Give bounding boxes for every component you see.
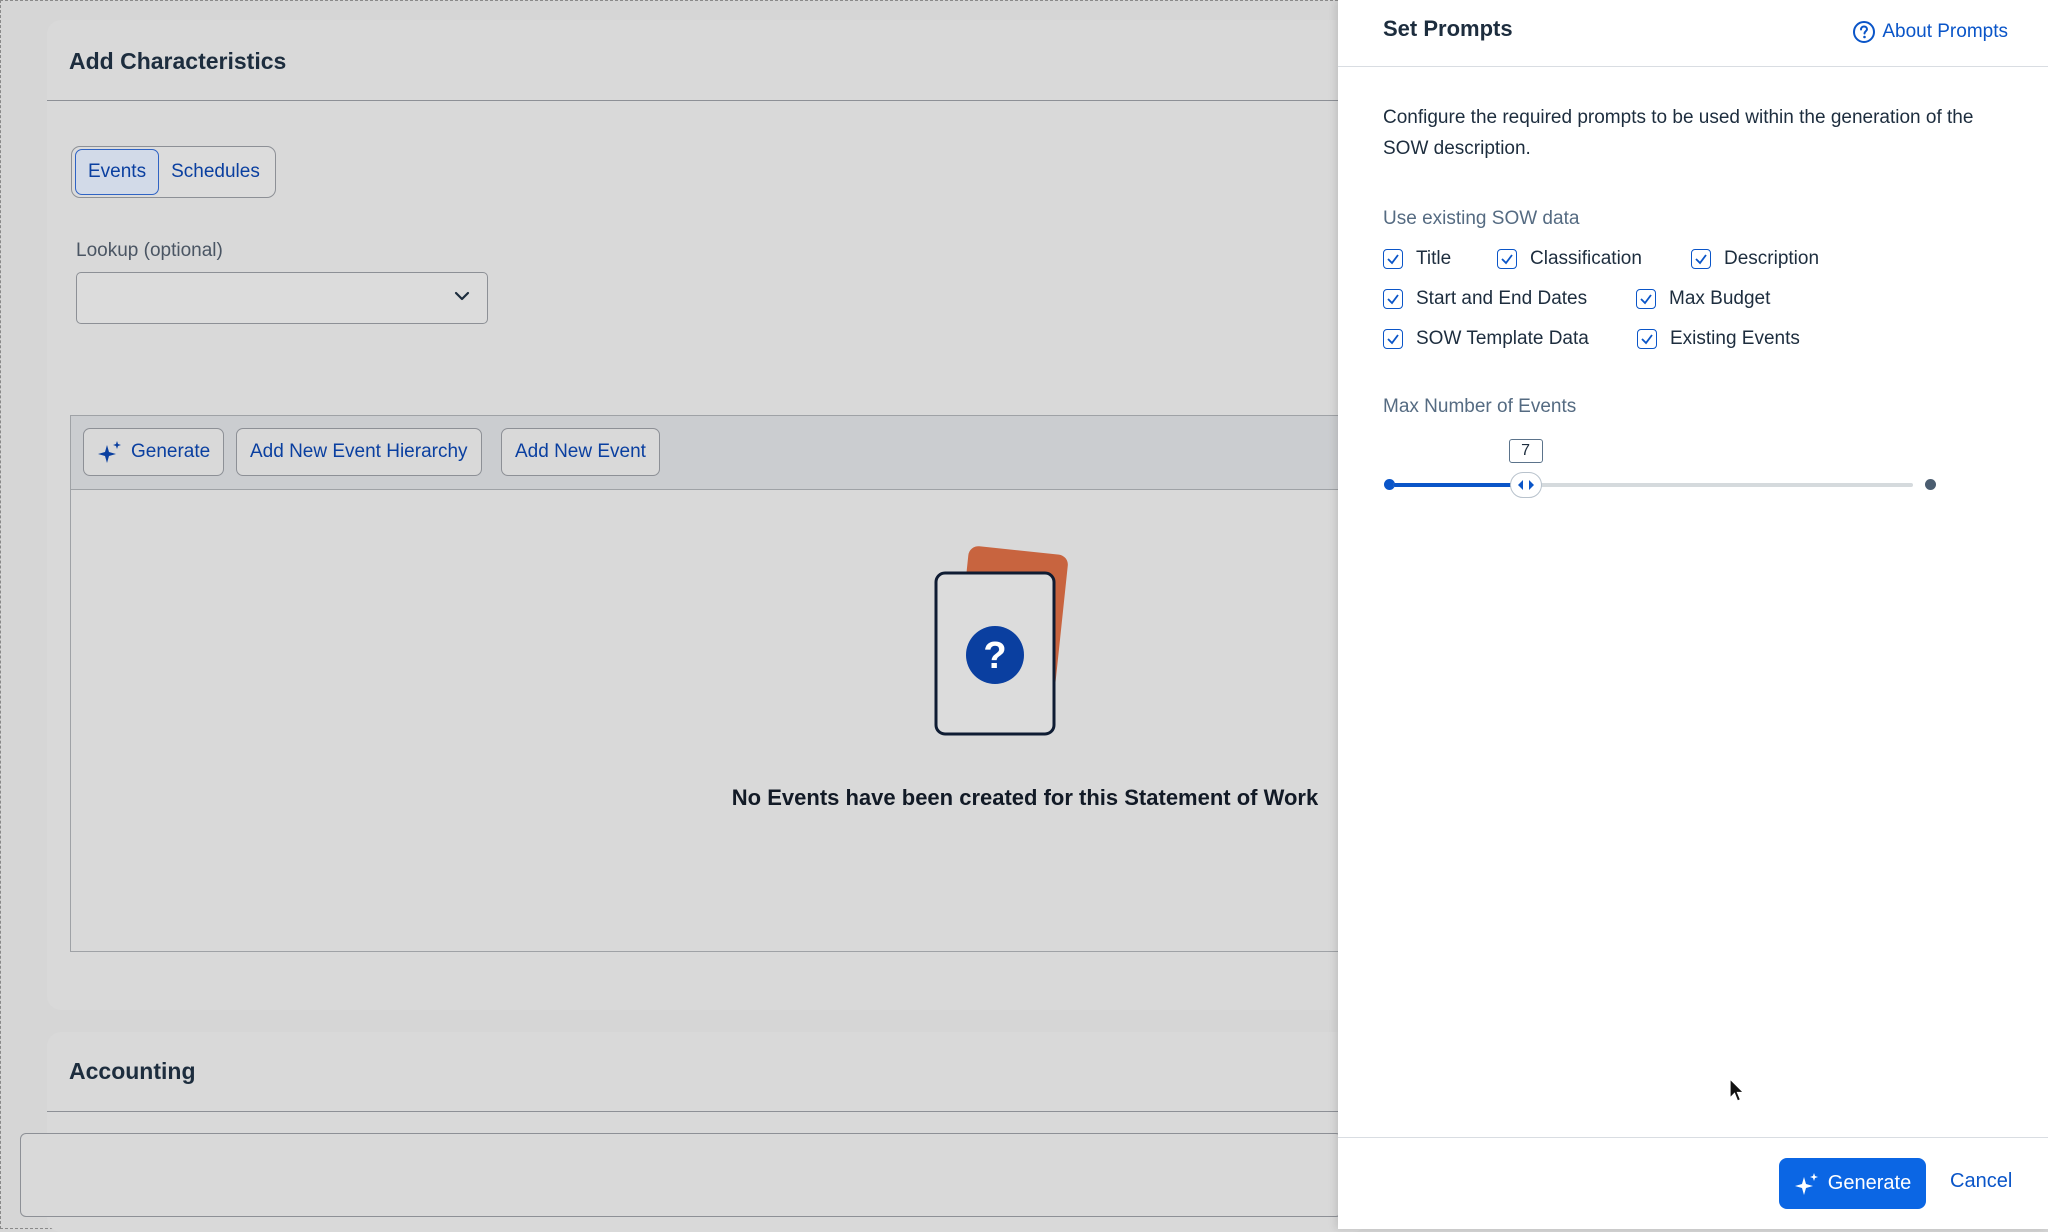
accounting-divider [47,1111,1367,1112]
checkbox-box[interactable] [1383,329,1403,349]
checkmark-icon [1695,254,1707,265]
dialog-description: Configure the required prompts to be use… [1383,107,1974,159]
lookup-select[interactable] [76,272,488,324]
checkmark-icon [1387,334,1399,345]
checkmark-icon [1387,254,1399,265]
checkbox-max-budget[interactable]: Max Budget [1636,288,1770,310]
checkbox-label: Max Budget [1669,288,1771,309]
checkbox-box[interactable] [1497,249,1517,269]
card-divider [47,100,1367,101]
checkmark-icon [1640,294,1652,305]
checkbox-title[interactable]: Title [1383,248,1451,270]
dialog-footer: Generate Cancel [1338,1137,2048,1230]
checkbox-label: Title [1416,248,1452,269]
checkbox-classification[interactable]: Classification [1497,248,1642,270]
dialog-title: Set Prompts [1383,16,1513,41]
sparkle-icon [1794,1172,1818,1195]
card-title: Add Characteristics [69,48,287,74]
sparkle-icon [98,441,121,463]
help-icon [1853,21,1876,43]
add-new-event-hierarchy-button[interactable]: Add New Event Hierarchy [236,428,482,476]
tab-events[interactable]: Events [75,149,160,195]
dialog-generate-button[interactable]: Generate [1779,1158,1926,1209]
about-prompts-label: About Prompts [1882,21,2008,42]
sow-data-label: Use existing SOW data [1383,208,1580,229]
no-data-illustration: ? [934,546,1068,736]
add-new-event-button[interactable]: Add New Event [501,428,660,476]
empty-state-text: No Events have been created for this Sta… [731,785,1319,810]
checkbox-existing-events[interactable]: Existing Events [1637,328,1800,350]
checkbox-start-end-dates[interactable]: Start and End Dates [1383,288,1587,310]
dialog-header: Set Prompts About Prompts [1338,0,2048,67]
generate-label: Generate [1827,1172,1912,1194]
cancel-button[interactable]: Cancel [1950,1170,2012,1193]
slider-max-dot [1925,479,1936,490]
max-events-label: Max Number of Events [1383,396,1577,417]
chevron-down-icon [454,291,470,301]
slider-handle[interactable] [1509,472,1542,498]
lookup-label: Lookup (optional) [76,240,223,261]
checkbox-label: Existing Events [1670,328,1800,349]
generate-button[interactable]: Generate [83,428,225,476]
mouse-cursor-icon [1729,1078,1745,1102]
about-prompts-link[interactable]: About Prompts [1852,20,2008,44]
accounting-title: Accounting [69,1058,196,1084]
checkbox-label: Classification [1530,248,1642,269]
slider-fill [1393,483,1526,487]
max-events-slider-track[interactable] [1393,483,1913,487]
events-content-area [70,489,1368,952]
page-footer-bar [20,1133,1342,1217]
generate-label: Generate [131,441,211,462]
add-characteristics-card: Add Characteristics Events Schedules Loo… [47,20,1369,1010]
checkbox-box[interactable] [1691,249,1711,269]
checkbox-label: SOW Template Data [1416,328,1589,349]
checkmark-icon [1641,334,1653,345]
checkbox-box[interactable] [1637,329,1657,349]
checkbox-sow-template-data[interactable]: SOW Template Data [1383,328,1589,350]
checkbox-box[interactable] [1383,289,1403,309]
set-prompts-dialog: Set Prompts About Prompts Configure the … [1338,0,2048,1229]
checkbox-description[interactable]: Description [1691,248,1819,270]
events-schedules-toggle: Events Schedules [71,146,276,198]
checkbox-box[interactable] [1383,249,1403,269]
checkbox-label: Description [1724,248,1820,269]
events-toolbar: Generate Add New Event Hierarchy Add New… [70,415,1369,490]
checkbox-label: Start and End Dates [1416,288,1588,309]
checkmark-icon [1387,294,1399,305]
slider-value-tooltip: 7 [1508,439,1543,463]
checkmark-icon [1501,254,1513,265]
tab-schedules[interactable]: Schedules [159,151,272,193]
svg-text:?: ? [983,635,1006,677]
slider-arrows-icon [1517,480,1534,490]
checkbox-box[interactable] [1636,289,1656,309]
